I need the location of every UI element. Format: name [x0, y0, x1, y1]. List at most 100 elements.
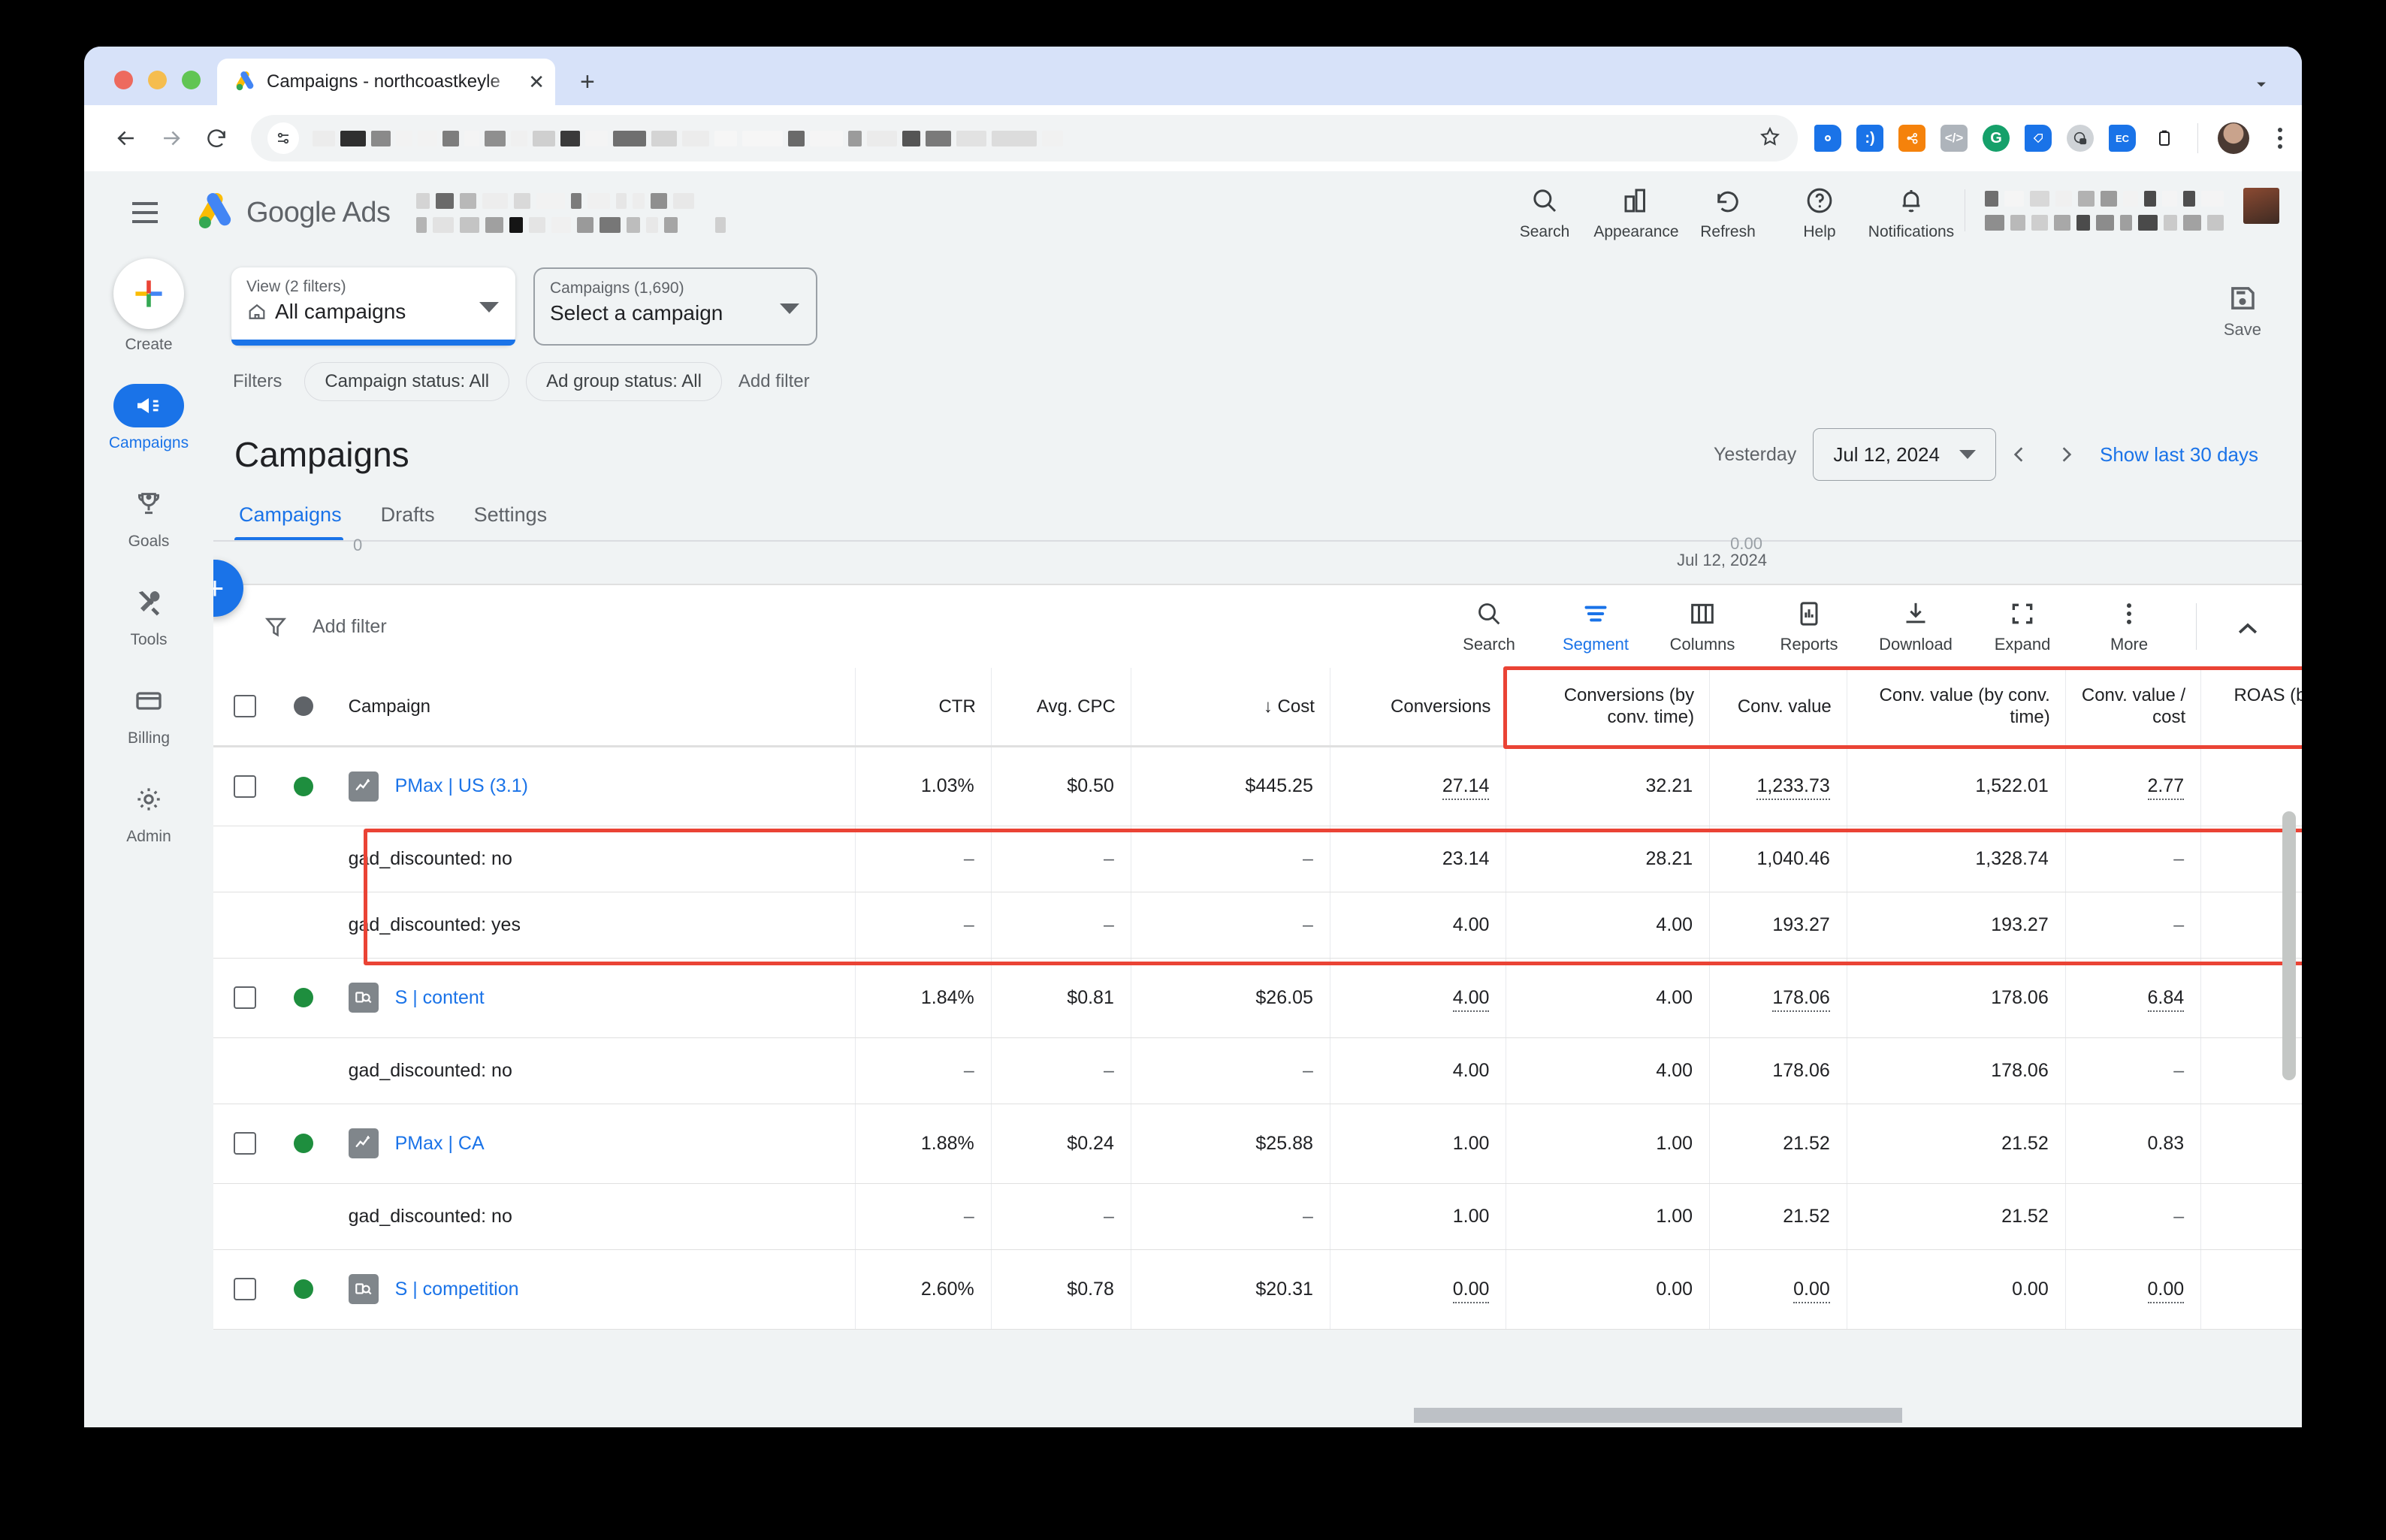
filter-chip-campaign-status[interactable]: Campaign status: All: [304, 362, 509, 401]
th-campaign[interactable]: Campaign: [331, 668, 856, 746]
metric-value[interactable]: 2.77: [2148, 775, 2185, 800]
row-checkbox[interactable]: [234, 1132, 256, 1155]
address-bar[interactable]: [251, 115, 1798, 162]
filter-chip-adgroup-status[interactable]: Ad group status: All: [526, 362, 722, 401]
previous-day-button[interactable]: [1996, 442, 2043, 467]
row-campaign-cell[interactable]: PMax | US (3.1): [331, 746, 856, 826]
table-row[interactable]: gad_discounted: no–––1.001.0021.5221.52–…: [213, 1183, 2302, 1249]
clipboard-extension-icon[interactable]: [2151, 125, 2178, 152]
tag-assistant-extension-icon[interactable]: [1814, 125, 1841, 152]
date-picker-button[interactable]: Jul 12, 2024: [1813, 428, 1996, 481]
table-columns-button[interactable]: Columns: [1649, 599, 1756, 654]
metric-value[interactable]: 27.14: [1442, 775, 1490, 800]
sidebar-item-tools[interactable]: Tools: [84, 581, 213, 649]
row-campaign-cell[interactable]: S | content: [331, 958, 856, 1037]
table-row[interactable]: gad_discounted: no–––4.004.00178.06178.0…: [213, 1037, 2302, 1104]
table-add-filter[interactable]: Add filter: [263, 614, 387, 639]
row-select-cell[interactable]: [213, 1249, 276, 1329]
new-tab-button[interactable]: +: [580, 68, 595, 97]
browser-profile-avatar[interactable]: [2218, 122, 2249, 154]
header-appearance-button[interactable]: Appearance: [1590, 185, 1682, 241]
privacy-lock-extension-icon[interactable]: [2067, 125, 2094, 152]
th-conv-value-by-conv-time[interactable]: Conv. value (by conv. time): [1847, 668, 2065, 746]
close-icon[interactable]: ✕: [528, 72, 545, 92]
row-campaign-cell[interactable]: PMax | CA: [331, 1104, 856, 1183]
browser-extensions[interactable]: :) </> G EC: [1808, 122, 2282, 154]
ec-tag-extension-icon[interactable]: EC: [2109, 125, 2136, 152]
site-settings-icon[interactable]: [267, 122, 299, 154]
select-all-header[interactable]: [213, 668, 276, 746]
th-conv-value[interactable]: Conv. value: [1710, 668, 1847, 746]
minimize-window-button[interactable]: [148, 71, 167, 89]
table-row[interactable]: S | content1.84%$0.81$26.054.004.00178.0…: [213, 958, 2302, 1037]
row-checkbox[interactable]: [234, 1278, 256, 1300]
collapse-panel-button[interactable]: [2218, 614, 2278, 654]
tag-extension-icon[interactable]: [2025, 125, 2052, 152]
row-select-cell[interactable]: [213, 746, 276, 826]
hubspot-extension-icon[interactable]: [1898, 125, 1925, 152]
th-conv-value-per-cost[interactable]: Conv. value / cost: [2065, 668, 2200, 746]
th-ctr[interactable]: CTR: [856, 668, 991, 746]
maximize-window-button[interactable]: [182, 71, 201, 89]
table-segment-button[interactable]: Segment: [1542, 599, 1649, 654]
sidebar-item-create[interactable]: Create: [84, 258, 213, 354]
row-select-cell[interactable]: [213, 958, 276, 1037]
campaign-link[interactable]: S | competition: [395, 1279, 519, 1300]
campaign-link[interactable]: PMax | US (3.1): [395, 775, 528, 797]
chevron-down-icon[interactable]: [2251, 74, 2272, 98]
table-row[interactable]: PMax | US (3.1)1.03%$0.50$445.2527.1432.…: [213, 746, 2302, 826]
sidebar-item-admin[interactable]: Admin: [84, 778, 213, 846]
table-search-button[interactable]: Search: [1436, 599, 1542, 654]
chevron-down-icon[interactable]: [780, 303, 799, 314]
next-day-button[interactable]: [2043, 442, 2089, 467]
view-selector[interactable]: View (2 filters) All campaigns: [231, 267, 515, 346]
table-expand-button[interactable]: Expand: [1969, 599, 2076, 654]
metric-value[interactable]: 4.00: [1453, 987, 1490, 1012]
grammarly-extension-icon[interactable]: G: [1983, 125, 2010, 152]
show-last-30-days-link[interactable]: Show last 30 days: [2100, 443, 2258, 467]
chevron-down-icon[interactable]: [479, 302, 499, 313]
campaign-selector[interactable]: Campaigns (1,690) Select a campaign: [533, 267, 817, 346]
add-filter-link[interactable]: Add filter: [738, 371, 810, 392]
th-roas-by-conv-time[interactable]: ROAS (by conv. time): [2201, 668, 2302, 746]
code-extension-icon[interactable]: </>: [1941, 125, 1968, 152]
tab-campaigns[interactable]: Campaigns: [234, 503, 361, 542]
row-checkbox[interactable]: [234, 986, 256, 1009]
th-conversions-by-conv-time[interactable]: Conversions (by conv. time): [1506, 668, 1710, 746]
header-notifications-button[interactable]: Notifications: [1865, 185, 1957, 241]
browser-tab[interactable]: Campaigns - northcoastkeyle ✕: [217, 59, 555, 105]
reload-icon[interactable]: [194, 116, 239, 161]
th-conversions[interactable]: Conversions: [1330, 668, 1506, 746]
metric-value[interactable]: 1,233.73: [1756, 775, 1829, 800]
table-download-button[interactable]: Download: [1862, 599, 1969, 654]
metric-value[interactable]: 0.00: [2148, 1279, 2185, 1303]
metric-value[interactable]: 178.06: [1772, 987, 1829, 1012]
header-refresh-button[interactable]: Refresh: [1682, 185, 1774, 241]
th-avg-cpc[interactable]: Avg. CPC: [991, 668, 1131, 746]
row-checkbox[interactable]: [234, 775, 256, 798]
menu-icon[interactable]: [122, 189, 168, 236]
horizontal-scrollbar[interactable]: [1414, 1408, 1902, 1423]
row-campaign-cell[interactable]: S | competition: [331, 1249, 856, 1329]
table-row[interactable]: PMax | CA1.88%$0.24$25.881.001.0021.5221…: [213, 1104, 2302, 1183]
close-window-button[interactable]: [114, 71, 133, 89]
tab-settings[interactable]: Settings: [455, 503, 567, 542]
table-reports-button[interactable]: Reports: [1756, 599, 1862, 654]
sidebar-item-billing[interactable]: Billing: [84, 679, 213, 747]
table-more-button[interactable]: More: [2076, 599, 2182, 654]
forward-icon[interactable]: [149, 116, 194, 161]
sidebar-item-goals[interactable]: Goals: [84, 482, 213, 551]
vertical-scrollbar[interactable]: [2282, 811, 2296, 1080]
chat-extension-icon[interactable]: :): [1856, 125, 1883, 152]
table-row[interactable]: gad_discounted: no–––23.1428.211,040.461…: [213, 826, 2302, 892]
bookmark-star-icon[interactable]: [1759, 125, 1781, 152]
metric-value[interactable]: 0.00: [1793, 1279, 1830, 1303]
campaign-link[interactable]: PMax | CA: [395, 1133, 485, 1155]
tab-drafts[interactable]: Drafts: [361, 503, 455, 542]
header-search-button[interactable]: Search: [1499, 185, 1590, 241]
browser-menu-icon[interactable]: [2278, 128, 2282, 149]
metric-value[interactable]: 0.00: [1453, 1279, 1490, 1303]
header-help-button[interactable]: Help: [1774, 185, 1865, 241]
table-row[interactable]: S | competition2.60%$0.78$20.310.000.000…: [213, 1249, 2302, 1329]
row-select-cell[interactable]: [213, 1104, 276, 1183]
